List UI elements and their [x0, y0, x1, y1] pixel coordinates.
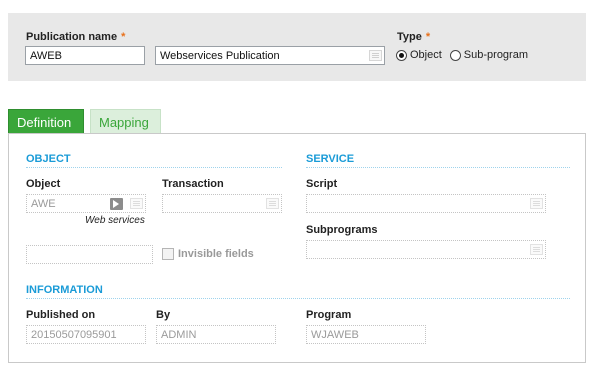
information-section-title: INFORMATION [26, 284, 103, 296]
transaction-label: Transaction [162, 178, 224, 190]
program-field: WJAWEB [306, 325, 426, 344]
radio-unchecked-icon[interactable] [449, 49, 461, 61]
invisible-fields-checkbox-row: Invisible fields [162, 248, 254, 260]
web-service-icon[interactable] [110, 198, 123, 210]
publication-code-value: AWEB [30, 50, 62, 62]
tab-definition[interactable]: Definition [8, 109, 84, 134]
transaction-field[interactable] [162, 194, 282, 213]
subprograms-field[interactable] [306, 240, 546, 259]
script-label: Script [306, 178, 338, 190]
information-section-divider [26, 298, 570, 299]
object-field-value: AWE [31, 198, 56, 210]
publication-name-label-text: Publication name [26, 31, 118, 43]
publication-name-label: Publication name * [26, 31, 125, 43]
published-on-value: 20150507095901 [31, 329, 117, 341]
by-value: ADMIN [161, 329, 197, 341]
subprograms-label: Subprograms [306, 224, 378, 236]
type-radio-subprogram-label: Sub-program [463, 49, 528, 61]
lookup-icon[interactable] [369, 50, 382, 61]
program-label: Program [306, 309, 352, 321]
by-field: ADMIN [156, 325, 276, 344]
radio-checked-icon[interactable] [396, 49, 407, 61]
extra-field[interactable] [26, 245, 153, 264]
tab-mapping[interactable]: Mapping [90, 109, 161, 134]
lookup-icon[interactable] [530, 198, 543, 209]
required-mark: * [425, 31, 431, 43]
published-on-field: 20150507095901 [26, 325, 146, 344]
object-field[interactable]: AWE [26, 194, 146, 213]
object-label: Object [26, 178, 61, 190]
object-section-title: OBJECT [26, 153, 71, 165]
publication-title-value: Webservices Publication [160, 50, 280, 62]
script-field[interactable] [306, 194, 546, 213]
object-section-divider [26, 167, 282, 168]
by-label: By [156, 309, 171, 321]
invisible-fields-label: Invisible fields [178, 248, 254, 260]
type-label-text: Type [397, 31, 422, 43]
tab-mapping-label: Mapping [99, 115, 149, 130]
service-section-title: SERVICE [306, 153, 355, 165]
lookup-icon[interactable] [530, 244, 543, 255]
type-radio-object-label: Object [410, 49, 442, 61]
lookup-icon[interactable] [266, 198, 279, 209]
type-radio-subprogram[interactable]: Sub-program [449, 49, 528, 61]
publication-code-input[interactable]: AWEB [25, 46, 145, 65]
publication-title-input[interactable]: Webservices Publication [155, 46, 385, 65]
type-radio-object[interactable]: Object [396, 49, 442, 61]
published-on-label: Published on [26, 309, 96, 321]
type-radio-group: Object Sub-program [396, 49, 528, 61]
invisible-fields-checkbox[interactable] [162, 248, 174, 260]
lookup-icon[interactable] [130, 198, 143, 209]
tab-definition-label: Definition [17, 115, 72, 130]
service-section-divider [306, 167, 570, 168]
type-label: Type * [397, 31, 430, 43]
required-mark: * [121, 31, 126, 43]
program-value: WJAWEB [311, 329, 359, 341]
web-services-link[interactable]: Web services [85, 215, 145, 226]
